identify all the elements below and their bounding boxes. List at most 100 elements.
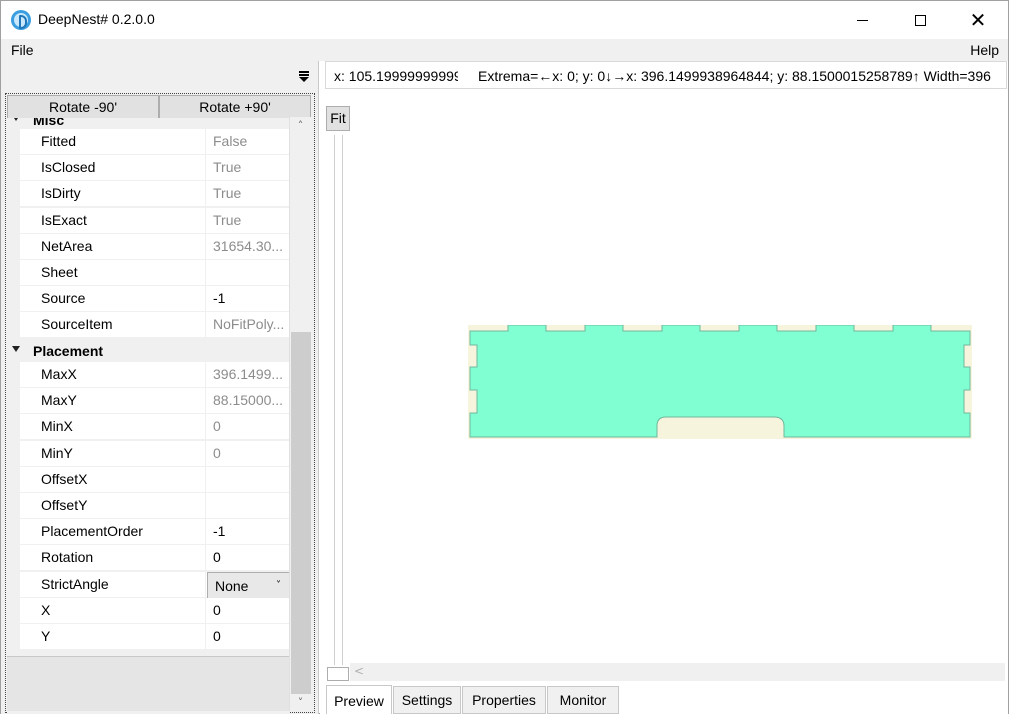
property-value: 0 xyxy=(213,418,221,435)
category-label: Misc xyxy=(33,118,65,128)
property-name: OffsetY xyxy=(20,493,206,518)
property-row-isdirty[interactable]: IsDirty True xyxy=(20,181,289,208)
property-name: MinX xyxy=(20,414,206,440)
property-value[interactable] xyxy=(207,493,289,518)
property-row-minx[interactable]: MinX 0 xyxy=(20,414,289,441)
property-value[interactable]: 0 xyxy=(207,545,289,570)
property-name: IsExact xyxy=(20,207,206,233)
cursor-x-readout: x: 105.19999999999 xyxy=(334,68,458,84)
property-row-fitted[interactable]: Fitted False xyxy=(20,129,289,155)
property-row-rotation[interactable]: Rotation 0 xyxy=(20,545,289,572)
property-name: Fitted xyxy=(20,129,206,154)
scroll-up-icon[interactable]: ˄ xyxy=(290,117,311,134)
property-value[interactable]: -1 xyxy=(207,519,289,544)
property-name: Sheet xyxy=(20,260,206,285)
tab-preview[interactable]: Preview xyxy=(326,685,392,714)
property-name: Source xyxy=(20,286,206,312)
menu-bar: File Help xyxy=(1,39,1008,61)
property-row-source[interactable]: Source -1 xyxy=(20,286,289,313)
property-value[interactable] xyxy=(207,467,289,492)
property-name: PlacementOrder xyxy=(20,519,206,545)
property-description-panel xyxy=(7,656,289,711)
property-value[interactable]: 0 xyxy=(207,598,289,623)
property-name: Y xyxy=(20,624,206,649)
scroll-thumb[interactable] xyxy=(291,332,311,694)
property-name: MaxX xyxy=(20,362,206,387)
collapse-triangle-icon xyxy=(12,118,20,121)
property-value: False xyxy=(213,133,248,149)
tab-settings[interactable]: Settings xyxy=(393,686,461,714)
property-value: NoFitPoly... xyxy=(213,316,285,333)
window-title: DeepNest# 0.2.0.0 xyxy=(38,11,155,27)
property-row-offsetx[interactable]: OffsetX xyxy=(20,466,289,493)
fit-button[interactable]: Fit xyxy=(326,106,350,131)
property-grid-scrollbar[interactable]: ˄ ˅ xyxy=(289,117,311,711)
property-value: 0 xyxy=(213,444,221,461)
preview-scroll-corner xyxy=(327,667,349,681)
property-name: NetArea xyxy=(20,233,206,259)
property-name: X xyxy=(20,597,206,623)
strict-angle-dropdown[interactable]: None ˅ xyxy=(207,571,289,599)
property-row-x[interactable]: X0 xyxy=(20,597,289,624)
right-panel: x: 105.19999999999 Extrema=←x: 0; y: 0↓→… xyxy=(320,61,1008,714)
chevron-down-icon: ˅ xyxy=(276,579,281,591)
maximize-button[interactable] xyxy=(891,1,949,39)
coordinate-info-bar: x: 105.19999999999 Extrema=←x: 0; y: 0↓→… xyxy=(325,61,1007,89)
property-row-y[interactable]: Y0 xyxy=(20,624,289,650)
property-value: True xyxy=(213,211,242,228)
nesting-preview-canvas[interactable] xyxy=(468,325,972,439)
property-value: 31654.30... xyxy=(213,237,284,254)
property-row-maxx[interactable]: MaxX 396.1499... xyxy=(20,362,289,388)
property-row-placementorder[interactable]: PlacementOrder -1 xyxy=(20,519,289,546)
property-name: IsClosed xyxy=(20,155,206,181)
property-row-miny[interactable]: MinY 0 xyxy=(20,440,289,467)
rotate-plus-90-button[interactable]: Rotate +90' xyxy=(159,95,311,119)
scroll-down-icon[interactable]: ˅ xyxy=(290,694,311,711)
dropdown-selected-value: None xyxy=(215,577,249,594)
property-row-strictangle[interactable]: StrictAngle None ˅ xyxy=(20,571,289,599)
title-bar: DeepNest# 0.2.0.0 ✕ xyxy=(1,1,1008,39)
property-row-isclosed[interactable]: IsClosed True xyxy=(20,155,289,182)
scroll-left-icon[interactable]: < xyxy=(354,664,364,678)
property-row-sourceitem[interactable]: SourceItem NoFitPoly... xyxy=(20,312,289,339)
collapse-triangle-icon xyxy=(12,346,20,352)
property-name: StrictAngle xyxy=(20,571,206,597)
property-row-maxy[interactable]: MaxY 88.15000... xyxy=(20,388,289,415)
menu-file[interactable]: File xyxy=(11,42,34,58)
tab-properties[interactable]: Properties xyxy=(462,686,546,714)
preview-vertical-scrollbar[interactable] xyxy=(334,135,343,665)
property-grid: Misc Fitted False IsClosed True IsDirty True I… xyxy=(7,118,289,713)
property-value[interactable]: 0 xyxy=(207,624,289,649)
category-label: Placement xyxy=(33,343,104,359)
tab-monitor[interactable]: Monitor xyxy=(547,686,619,714)
extrema-readout: Extrema=←x: 0; y: 0↓→x: 396.149993896484… xyxy=(478,68,991,84)
property-value: 88.15000... xyxy=(213,392,284,409)
minimize-button[interactable] xyxy=(833,1,891,39)
property-value: 396.1499... xyxy=(213,366,284,382)
scroll-track[interactable] xyxy=(290,134,311,694)
property-name: IsDirty xyxy=(20,181,206,207)
property-row-isexact[interactable]: IsExact True xyxy=(20,207,289,234)
property-value: True xyxy=(213,159,242,176)
property-row-offsety[interactable]: OffsetY xyxy=(20,493,289,519)
minimize-icon xyxy=(856,19,868,21)
property-name: MaxY xyxy=(20,388,206,414)
category-placement[interactable]: Placement xyxy=(7,340,289,362)
close-button[interactable]: ✕ xyxy=(949,1,1007,39)
property-row-netarea[interactable]: NetArea 31654.30... xyxy=(20,233,289,260)
close-icon: ✕ xyxy=(969,8,987,32)
property-row-sheet[interactable]: Sheet xyxy=(20,260,289,286)
property-name: OffsetX xyxy=(20,466,206,492)
collapse-panel-icon[interactable] xyxy=(297,69,311,83)
property-value: True xyxy=(213,185,242,202)
app-window: DeepNest# 0.2.0.0 ✕ File Help Rotate -90… xyxy=(0,0,1009,714)
property-name: MinY xyxy=(20,440,206,466)
rotate-minus-90-button[interactable]: Rotate -90' xyxy=(7,95,159,119)
preview-horizontal-scrollbar[interactable]: < xyxy=(350,663,1005,681)
property-value[interactable]: -1 xyxy=(207,286,289,311)
menu-help[interactable]: Help xyxy=(970,42,999,58)
property-value[interactable] xyxy=(207,260,289,285)
deepnest-logo-icon xyxy=(11,10,31,30)
maximize-icon xyxy=(914,14,926,26)
property-name: Rotation xyxy=(20,545,206,571)
